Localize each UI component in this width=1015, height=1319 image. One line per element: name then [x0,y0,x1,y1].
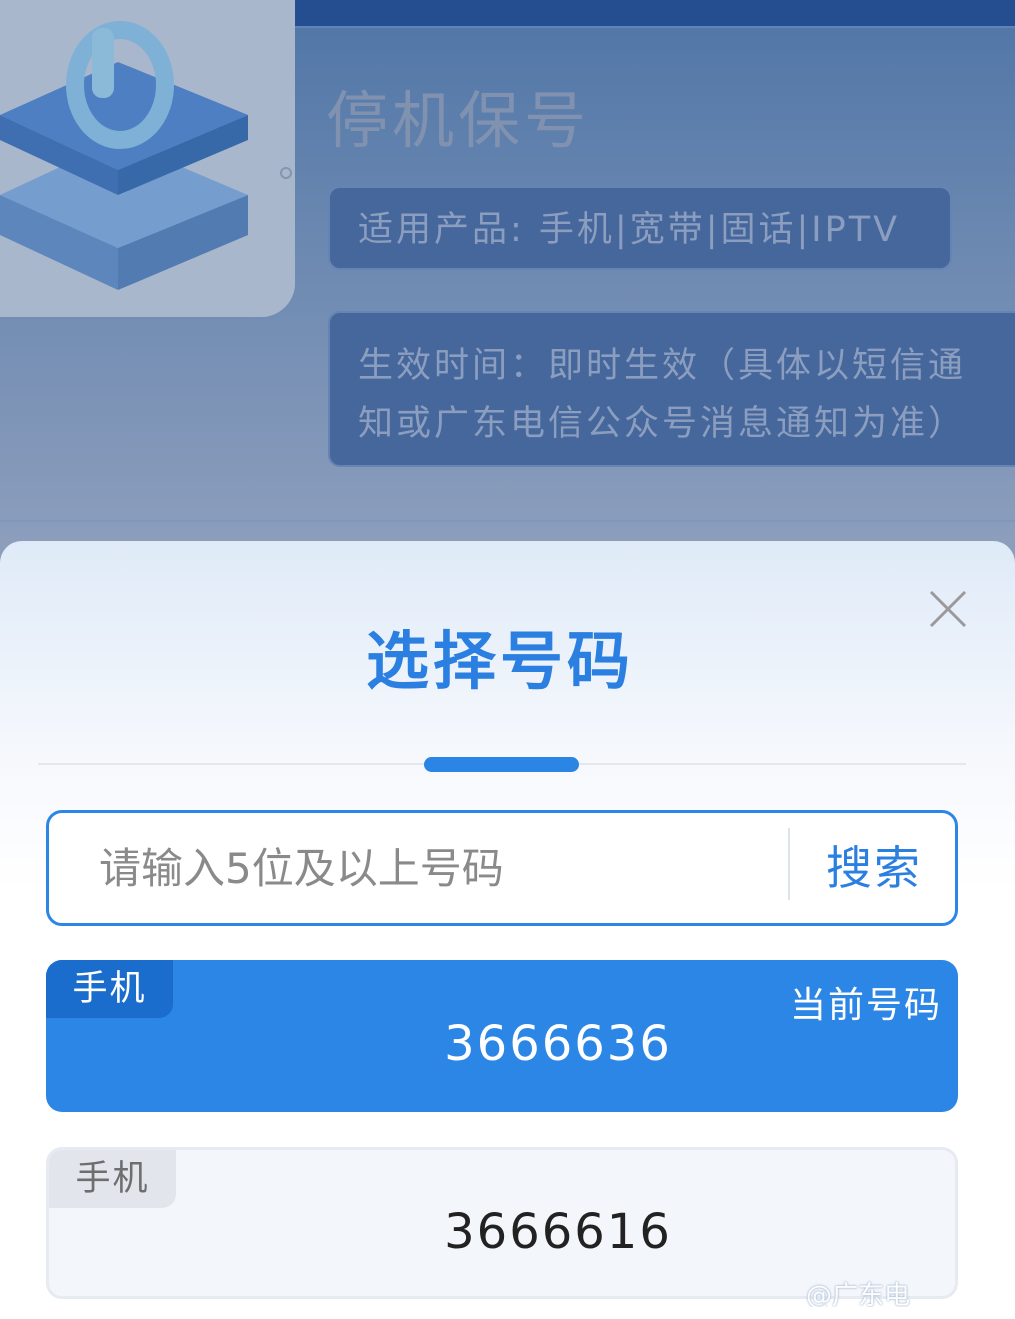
effective-time-line-2: 知或广东电信公众号消息通知为准） [358,404,967,444]
sheet-title: 选择号码 [366,625,634,698]
close-icon [929,590,967,628]
effective-time: 生效时间：即时生效（具体以短信通 知或广东电信公众号消息通知为准） [328,311,1015,467]
number-option-selected[interactable]: 手机 当前号码 3666636 [46,960,958,1112]
search-input[interactable] [99,813,779,923]
number-select-sheet: 选择号码 搜索 手机 当前号码 3666636 手机 3666616 [0,541,1015,1319]
page-title: 停机保号 [326,84,591,157]
search-box: 搜索 [46,810,958,926]
close-button[interactable] [928,589,968,629]
watermark: @广东电 [806,1281,911,1307]
number-type-tag: 手机 [49,1150,176,1208]
product-icon [0,0,295,317]
number-type-tag: 手机 [46,960,173,1018]
effective-time-line-1: 生效时间：即时生效（具体以短信通 [358,346,967,386]
header-bar [290,0,1015,28]
tab-indicator [424,757,579,772]
search-button[interactable]: 搜索 [790,813,958,923]
divider [0,520,1015,522]
phone-number: 3666636 [444,1016,672,1072]
background-page: 停机保号 适用产品: 手机|宽带|固话|IPTV 生效时间：即时生效（具体以短信… [0,0,1015,560]
phone-number: 3666616 [444,1204,672,1260]
applicable-products: 适用产品: 手机|宽带|固话|IPTV [328,186,952,270]
